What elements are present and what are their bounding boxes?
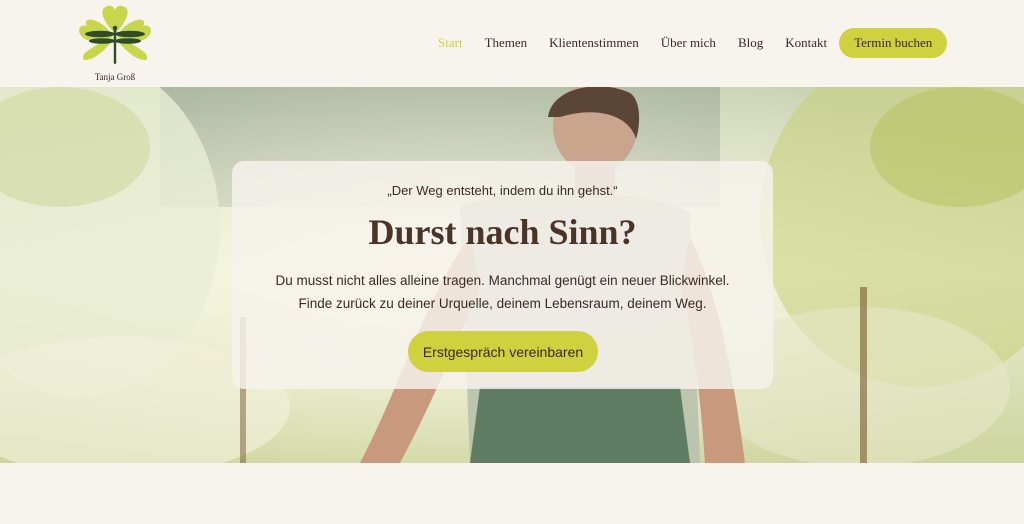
logo[interactable]: Tanja Groß xyxy=(76,4,154,84)
nav-item-blog[interactable]: Blog xyxy=(738,35,763,51)
nav-item-ueber-mich[interactable]: Über mich xyxy=(661,35,716,51)
hero-quote: „Der Weg entsteht, indem du ihn gehst.“ xyxy=(387,183,618,198)
page-bottom-area xyxy=(0,463,1024,524)
site-header: Tanja Groß Start Themen Klientenstimmen … xyxy=(0,0,1024,87)
hero-card: „Der Weg entsteht, indem du ihn gehst.“ … xyxy=(232,161,773,389)
clover-dragonfly-icon xyxy=(79,5,151,64)
hero-text-line-1: Du musst nicht alles alleine tragen. Man… xyxy=(275,273,730,288)
hero-text-line-2: Finde zurück zu deiner Urquelle, deinem … xyxy=(298,296,707,311)
consultation-button[interactable]: Erstgespräch vereinbaren xyxy=(408,331,598,372)
nav-item-klientenstimmen[interactable]: Klientenstimmen xyxy=(549,35,639,51)
nav-item-themen[interactable]: Themen xyxy=(485,35,528,51)
main-nav: Start Themen Klientenstimmen Über mich B… xyxy=(438,28,948,58)
logo-name: Tanja Groß xyxy=(94,72,136,82)
nav-item-kontakt[interactable]: Kontakt xyxy=(785,35,827,51)
hero-section: „Der Weg entsteht, indem du ihn gehst.“ … xyxy=(0,87,1024,463)
hero-headline: Durst nach Sinn? xyxy=(368,212,637,252)
nav-item-start[interactable]: Start xyxy=(438,35,463,51)
book-appointment-button[interactable]: Termin buchen xyxy=(839,28,948,58)
